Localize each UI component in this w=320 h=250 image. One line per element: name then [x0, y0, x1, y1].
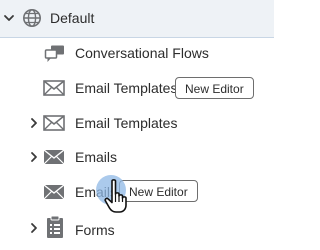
tree-item-label: Forms [75, 222, 115, 238]
envelope-outline-icon [43, 80, 65, 96]
tree-item-conversational-flows[interactable]: Conversational Flows [0, 36, 274, 70]
tree-item-label: Emails [75, 149, 118, 165]
tree-item-label: Conversational Flows [75, 45, 209, 61]
hand-cursor-icon [96, 175, 127, 213]
chevron-down-icon[interactable] [3, 12, 15, 24]
new-editor-button[interactable]: New Editor [175, 77, 254, 99]
chevron-right-icon[interactable] [28, 222, 40, 234]
tree-item-forms[interactable]: Forms [0, 211, 274, 245]
clipboard-icon [47, 215, 63, 238]
tree-root-default[interactable]: Default [0, 0, 274, 38]
tree-item-email-templates[interactable]: Email Templates [0, 106, 274, 140]
envelope-filled-icon [43, 149, 65, 165]
chevron-right-icon[interactable] [28, 151, 40, 163]
tree-item-label: Email Templates [75, 80, 178, 96]
tree-root-label: Default [50, 10, 95, 26]
tree-item-label: Email Templates [75, 115, 178, 131]
chat-bubbles-icon [44, 45, 64, 62]
tree-item-email-templates-new[interactable]: Email Templates New Editor [0, 70, 274, 104]
tree-item-emails[interactable]: Emails [0, 140, 274, 174]
globe-icon [23, 9, 41, 27]
envelope-outline-icon [43, 115, 65, 131]
envelope-filled-icon [43, 184, 65, 200]
chevron-right-icon[interactable] [28, 117, 40, 129]
